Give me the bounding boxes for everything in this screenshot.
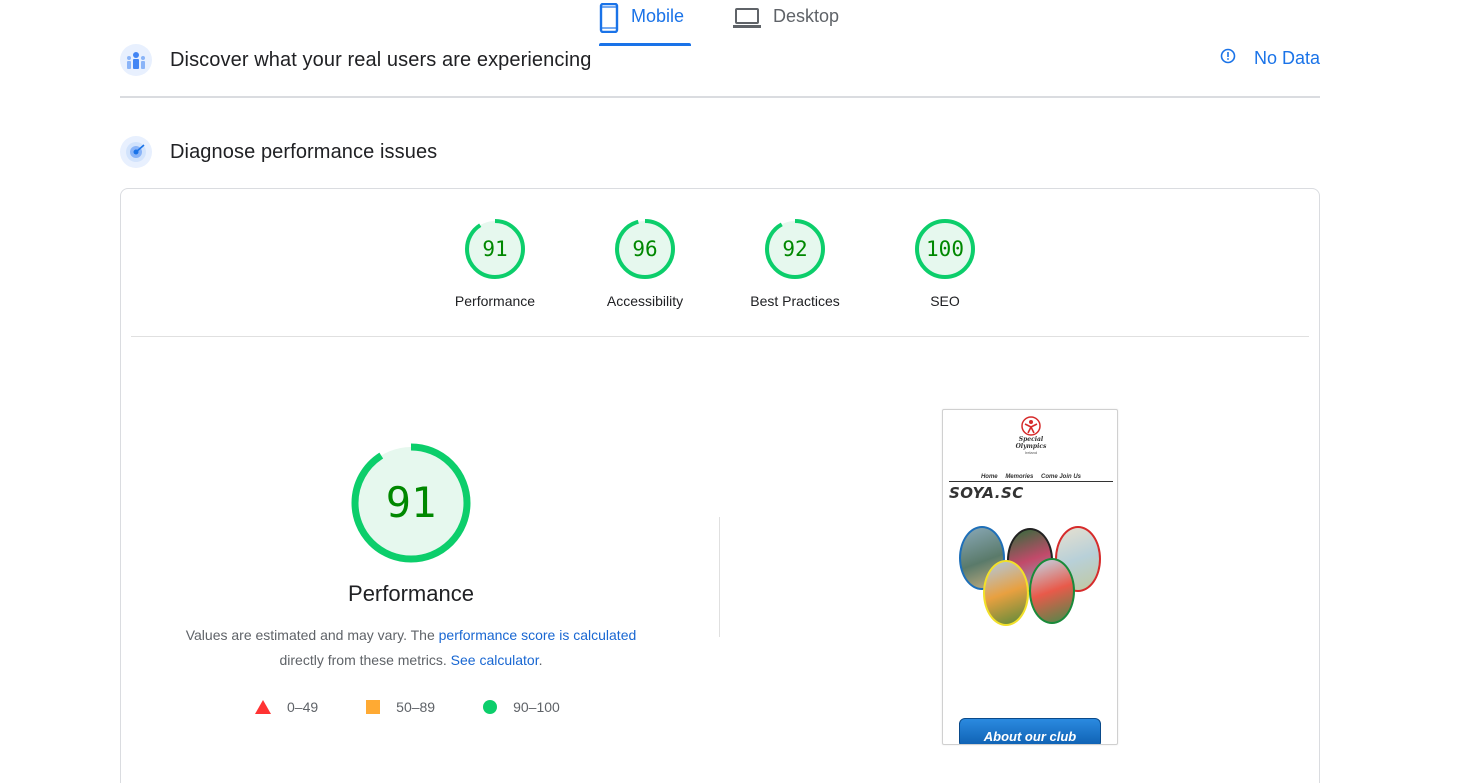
- vertical-divider: [719, 517, 720, 637]
- crux-users-icon: [120, 44, 152, 76]
- thumb-nav: Home Memories Come Join Us: [949, 474, 1113, 482]
- category-gauges: 91 Performance 96 Accessibility 92 Best …: [121, 217, 1319, 317]
- diagnose-section: Diagnose performance issues: [120, 132, 1320, 172]
- thumb-nav-item: Home: [980, 474, 998, 480]
- lighthouse-report-card: 91 Performance 96 Accessibility 92 Best …: [120, 188, 1320, 783]
- legend-range: 50–89: [396, 699, 436, 715]
- no-data-link[interactable]: No Data: [1220, 48, 1320, 69]
- no-data-label: No Data: [1253, 48, 1320, 68]
- legend-range: 90–100: [513, 699, 560, 715]
- gauge-performance[interactable]: 91 Performance: [420, 217, 570, 309]
- real-users-section: Discover what your real users are experi…: [120, 40, 1320, 80]
- real-users-title: Discover what your real users are experi…: [170, 48, 592, 71]
- page-screenshot[interactable]: Special Olympics Ireland Home Memories C…: [942, 409, 1118, 745]
- lighthouse-icon: [120, 136, 152, 168]
- gauge-accessibility[interactable]: 96 Accessibility: [570, 217, 720, 309]
- photo-circle: [983, 560, 1029, 626]
- logo-line: Ireland: [1024, 450, 1038, 455]
- logo-line: Olympics: [1015, 443, 1047, 450]
- photo-circle: [1029, 558, 1075, 624]
- performance-description: Values are estimated and may vary. The p…: [151, 623, 671, 673]
- about-club-button: About our club: [959, 718, 1101, 744]
- laptop-icon: [733, 7, 761, 34]
- triangle-icon: [255, 700, 271, 714]
- tab-mobile-label: Mobile: [631, 6, 685, 26]
- score-legend: 0–49 50–89 90–100: [255, 697, 608, 717]
- gauge-seo[interactable]: 100 SEO: [870, 217, 1020, 309]
- gauge-label: SEO: [930, 293, 960, 309]
- gauge-best-practices[interactable]: 92 Best Practices: [720, 217, 870, 309]
- gauge-score: 100: [926, 237, 964, 261]
- circle-icon: [483, 700, 498, 714]
- thumb-nav-item: Memories: [1005, 474, 1034, 480]
- legend-fail: 0–49: [255, 699, 318, 715]
- performance-score: 91: [385, 478, 437, 527]
- card-divider: [131, 336, 1309, 337]
- desc-text: .: [538, 652, 543, 668]
- desc-text: Values are estimated and may vary. The: [185, 627, 439, 643]
- diagnose-title: Diagnose performance issues: [170, 140, 438, 163]
- gauge-score: 96: [632, 237, 658, 261]
- score-calculated-link[interactable]: performance score is calculated: [439, 627, 637, 643]
- info-icon: [1220, 48, 1236, 69]
- desc-text: directly from these metrics.: [279, 652, 451, 668]
- see-calculator-link[interactable]: See calculator: [451, 652, 539, 668]
- gauge-label: Accessibility: [606, 293, 684, 309]
- section-divider: [120, 96, 1320, 98]
- legend-pass: 90–100: [483, 699, 560, 715]
- thumb-nav-item: Come Join Us: [1041, 474, 1082, 480]
- legend-average: 50–89: [366, 699, 435, 715]
- gauge-label: Performance: [454, 293, 536, 309]
- tab-desktop-label: Desktop: [773, 6, 840, 26]
- performance-big-gauge: 91: [349, 441, 473, 565]
- special-olympics-logo: Special Olympics Ireland: [1013, 416, 1049, 464]
- logo-line: Special: [1018, 436, 1044, 443]
- gauge-label: Best Practices: [750, 293, 840, 309]
- gauge-score: 92: [782, 237, 808, 261]
- gauge-score: 91: [482, 237, 508, 261]
- legend-range: 0–49: [287, 699, 319, 715]
- performance-title: Performance: [348, 581, 474, 606]
- smartphone-icon: [599, 2, 619, 38]
- square-icon: [366, 700, 381, 714]
- thumb-brand: SOYA.SC: [949, 484, 1024, 502]
